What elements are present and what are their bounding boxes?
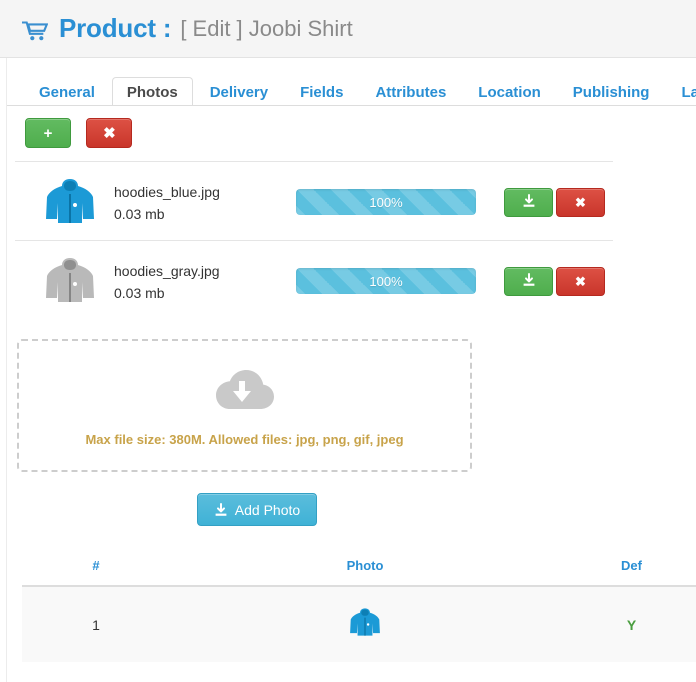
tab-layout[interactable]: Layo	[666, 77, 696, 106]
file-info: hoodies_blue.jpg 0.03 mb	[114, 182, 220, 225]
tab-label: Location	[478, 84, 541, 101]
download-file-button[interactable]	[504, 267, 553, 296]
cloud-download-icon	[214, 365, 276, 418]
tab-label: Delivery	[210, 84, 268, 101]
download-file-button[interactable]	[504, 188, 553, 217]
tab-general[interactable]: General	[24, 77, 110, 106]
photo-table-body: 1 Y	[22, 586, 696, 662]
row-default-flag: Y	[560, 586, 696, 662]
tab-bar: General Photos Delivery Fields Attributes Loc…	[7, 58, 696, 106]
file-name: hoodies_gray.jpg	[114, 261, 220, 283]
uploaded-file-list: hoodies_blue.jpg 0.03 mb 100% ✖	[7, 161, 696, 319]
upload-progress-label: 100%	[369, 274, 402, 289]
tab-label: Fields	[300, 84, 343, 101]
upload-progress-label: 100%	[369, 195, 402, 210]
remove-file-button[interactable]: ✖	[556, 267, 605, 296]
tab-fields[interactable]: Fields	[285, 77, 358, 106]
left-divider	[6, 58, 7, 682]
add-photo-container: Add Photo	[17, 472, 497, 526]
download-icon	[522, 194, 536, 211]
page-subtitle: [ Edit ] Joobi Shirt	[180, 16, 352, 42]
row-photo-cell	[170, 586, 560, 662]
tab-photos[interactable]: Photos	[112, 77, 193, 106]
cross-icon: ✖	[575, 195, 586, 211]
download-icon	[214, 503, 228, 517]
download-icon	[522, 273, 536, 290]
add-photo-toolbar-button[interactable]: +	[25, 118, 71, 148]
tab-location[interactable]: Location	[463, 77, 556, 106]
tab-label: Layo	[681, 84, 696, 101]
blue-hoodie-thumbnail	[347, 632, 383, 649]
row-number: 1	[22, 586, 170, 662]
file-size: 0.03 mb	[114, 283, 220, 305]
upload-progress-bar: 100%	[296, 189, 476, 215]
blue-hoodie-thumbnail	[41, 172, 99, 230]
photo-table: # Photo Def 1 Y	[22, 549, 696, 662]
tab-label: Publishing	[573, 84, 650, 101]
page-header: Product : [ Edit ] Joobi Shirt	[0, 0, 696, 58]
file-info: hoodies_gray.jpg 0.03 mb	[114, 261, 220, 304]
file-size: 0.03 mb	[114, 204, 220, 226]
cross-icon: ✖	[103, 126, 116, 141]
page-title: Product :	[59, 13, 171, 44]
gray-hoodie-thumbnail	[41, 251, 99, 309]
file-name: hoodies_blue.jpg	[114, 182, 220, 204]
table-header-row: # Photo Def	[22, 549, 696, 586]
file-dropzone[interactable]: Max file size: 380M. Allowed files: jpg,…	[17, 339, 472, 472]
tab-attributes[interactable]: Attributes	[360, 77, 461, 106]
tab-label: Photos	[127, 84, 178, 101]
tab-publishing[interactable]: Publishing	[558, 77, 665, 106]
plus-icon: +	[44, 126, 53, 141]
add-photo-button[interactable]: Add Photo	[197, 493, 317, 526]
column-header-number[interactable]: #	[22, 549, 170, 586]
remove-file-button[interactable]: ✖	[556, 188, 605, 217]
tab-label: Attributes	[375, 84, 446, 101]
column-header-default[interactable]: Def	[560, 549, 696, 586]
tab-delivery[interactable]: Delivery	[195, 77, 283, 106]
photo-toolbar: + ✖	[7, 106, 696, 148]
delete-photo-toolbar-button[interactable]: ✖	[86, 118, 132, 148]
dropzone-hint-text: Max file size: 380M. Allowed files: jpg,…	[85, 432, 403, 447]
cross-icon: ✖	[575, 274, 586, 290]
photo-table-head: # Photo Def	[22, 549, 696, 586]
file-row: hoodies_gray.jpg 0.03 mb 100% ✖	[15, 240, 613, 319]
page-body: General Photos Delivery Fields Attributes Loc…	[0, 58, 696, 682]
add-photo-label: Add Photo	[235, 502, 300, 518]
file-row: hoodies_blue.jpg 0.03 mb 100% ✖	[15, 161, 613, 240]
table-row[interactable]: 1 Y	[22, 586, 696, 662]
tab-label: General	[39, 84, 95, 101]
upload-progress-bar: 100%	[296, 268, 476, 294]
shopping-cart-icon	[22, 21, 48, 41]
column-header-photo[interactable]: Photo	[170, 549, 560, 586]
